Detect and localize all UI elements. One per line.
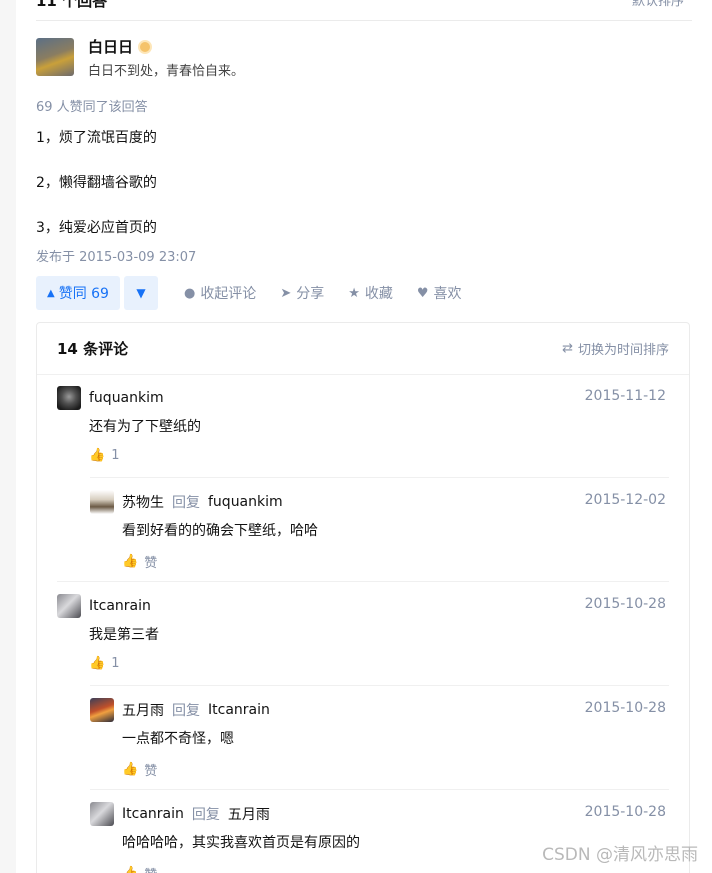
comment-item: 五月雨 回复 Itcanrain 2015-10-28 一点都不奇怪，嗯 👍 赞 (90, 698, 669, 779)
comment-text: 一点都不奇怪，嗯 (122, 731, 234, 747)
avatar[interactable] (57, 386, 81, 410)
comment-date: 2015-10-28 (584, 700, 666, 716)
collect-button[interactable]: ★ 收藏 (348, 283, 393, 303)
reply-target[interactable]: 五月雨 (228, 804, 270, 824)
reply-label: 回复 (172, 703, 200, 719)
avatar[interactable] (90, 698, 114, 722)
caret-down-icon: ▼ (136, 286, 146, 300)
reply-label: 回复 (191, 807, 220, 823)
reply-target[interactable]: fuquankim (208, 494, 283, 510)
answer-line: 2，懒得翻墙谷歌的 (36, 175, 157, 191)
comment-divider (90, 685, 669, 686)
thumbs-up-icon: 👍 (89, 656, 106, 671)
avatar[interactable] (90, 802, 114, 826)
comments-count: 14 条评论 (57, 340, 129, 358)
reply-target[interactable]: Itcanrain (208, 702, 270, 718)
thumbs-up-icon: 👍 (89, 448, 106, 463)
answer-line: 1，烦了流氓百度的 (36, 130, 157, 146)
sort-toggle[interactable]: 默认排序 (632, 0, 684, 9)
comment-date: 2015-12-02 (584, 492, 666, 508)
comment-like-button[interactable]: 👍 赞 (122, 864, 669, 873)
caret-up-icon: ▲ (47, 287, 55, 299)
like-button[interactable]: ♥ 喜欢 (417, 283, 462, 303)
badge-icon (138, 40, 153, 54)
author-block: 白日日 白日不到处，青春恰自来。 (36, 38, 244, 79)
comments-panel: 14 条评论 ⇄ 切换为时间排序 fuquankim 2015-11-12 还有… (36, 322, 690, 873)
comment-icon: ● (183, 285, 196, 301)
avatar[interactable] (36, 38, 74, 76)
comment-item: 苏物生 回复 fuquankim 2015-12-02 看到好看的的确会下壁纸，… (90, 490, 669, 571)
comment-author[interactable]: Itcanrain (122, 806, 184, 822)
upvote-label: 赞同 69 (58, 286, 109, 302)
share-button[interactable]: ➤ 分享 (280, 283, 324, 303)
comment-divider (90, 477, 669, 478)
comment-author[interactable]: 苏物生 (122, 492, 164, 512)
answers-header: 11 个回答 (36, 0, 108, 10)
answer-line: 3，纯爱必应首页的 (36, 220, 157, 236)
thumbs-up-icon: 👍 (122, 554, 139, 569)
reply-label: 回复 (172, 495, 200, 511)
comment-like-button[interactable]: 👍 1 (89, 448, 669, 463)
author-name[interactable]: 白日日 (88, 38, 133, 56)
collapse-comments-button[interactable]: ● 收起评论 (184, 283, 256, 303)
comment-author[interactable]: 五月雨 (122, 700, 164, 720)
star-icon: ★ (348, 285, 360, 301)
avatar[interactable] (90, 490, 114, 514)
comment-divider (57, 581, 669, 582)
downvote-button[interactable]: ▼ (123, 276, 158, 310)
comment-date: 2015-10-28 (584, 804, 666, 820)
upvote-button[interactable]: ▲ 赞同 69 (36, 276, 120, 310)
comment-like-button[interactable]: 👍 1 (89, 656, 669, 671)
action-bar: ▲ 赞同 69 ▼ ● 收起评论 ➤ 分享 ★ 收藏 ♥ 喜欢 (36, 276, 462, 310)
answer-card: 11 个回答 默认排序 白日日 白日不到处，青春恰自来。 69 人赞同了该回答 … (16, 0, 712, 873)
comment-text: 看到好看的的确会下壁纸，哈哈 (122, 523, 318, 539)
comment-item: fuquankim 2015-11-12 还有为了下壁纸的 👍 1 (57, 386, 669, 463)
comment-date: 2015-10-28 (584, 596, 666, 612)
vote-count[interactable]: 69 人赞同了该回答 (36, 96, 148, 115)
comment-date: 2015-11-12 (584, 388, 666, 404)
watermark: CSDN @清风亦思雨 (542, 845, 698, 865)
comment-divider (90, 789, 669, 790)
header-divider (36, 20, 692, 21)
avatar[interactable] (57, 594, 81, 618)
comment-like-button[interactable]: 👍 赞 (122, 552, 669, 571)
comment-text: 我是第三者 (89, 627, 159, 643)
comments-header: 14 条评论 ⇄ 切换为时间排序 (37, 323, 689, 375)
publish-time[interactable]: 发布于 2015-03-09 23:07 (36, 246, 196, 265)
comment-author[interactable]: fuquankim (89, 390, 164, 406)
heart-icon: ♥ (416, 285, 429, 301)
sort-by-time-button[interactable]: ⇄ 切换为时间排序 (562, 339, 669, 358)
comment-item: Itcanrain 2015-10-28 我是第三者 👍 1 (57, 594, 669, 671)
author-bio: 白日不到处，青春恰自来。 (88, 64, 245, 79)
paper-plane-icon: ➤ (280, 285, 292, 301)
comment-author[interactable]: Itcanrain (89, 598, 151, 614)
comment-text: 还有为了下壁纸的 (89, 419, 201, 435)
swap-icon: ⇄ (562, 341, 573, 356)
comment-like-button[interactable]: 👍 赞 (122, 760, 669, 779)
thumbs-up-icon: 👍 (122, 866, 138, 873)
thumbs-up-icon: 👍 (122, 762, 139, 777)
